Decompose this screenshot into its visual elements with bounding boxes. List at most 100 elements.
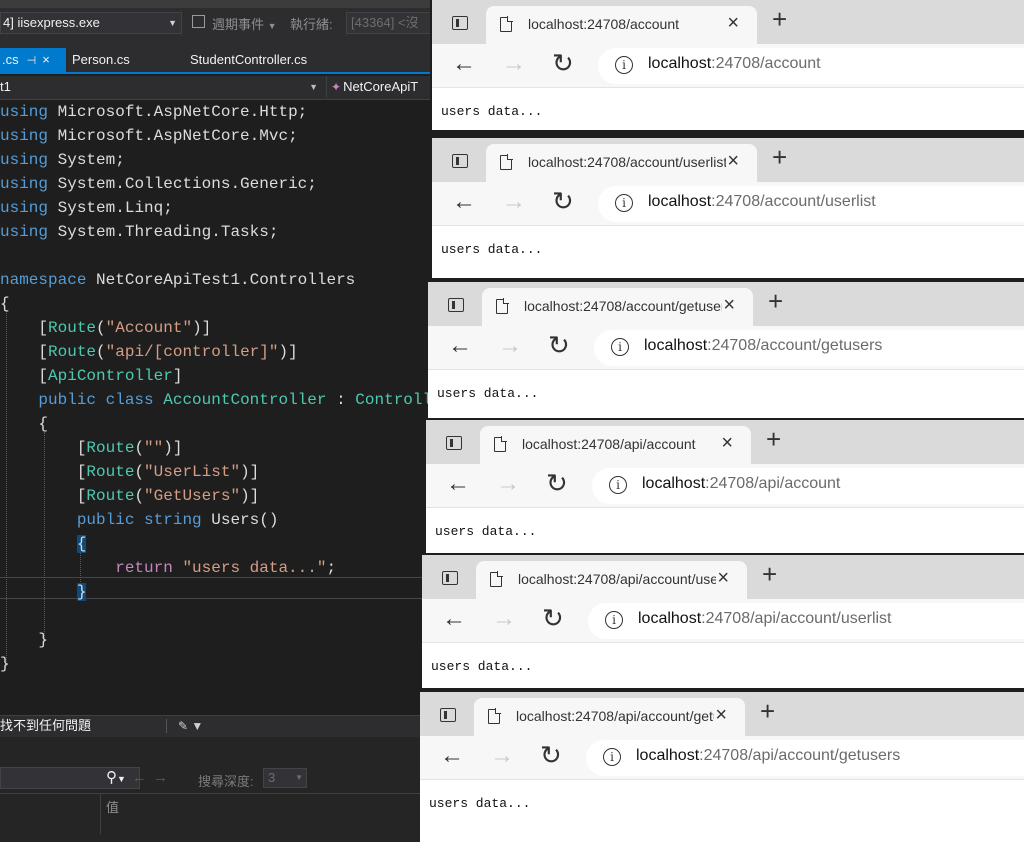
new-tab-button[interactable]: + — [760, 696, 775, 727]
new-tab-button[interactable]: + — [766, 424, 781, 455]
refresh-button[interactable]: ↻ — [552, 186, 574, 217]
forward-button[interactable]: → — [492, 605, 516, 633]
address-url[interactable]: localhost:24708/account/userlist — [648, 193, 876, 211]
close-icon[interactable]: × — [715, 704, 727, 727]
pin-icon[interactable]: ⊣ — [27, 55, 37, 67]
refresh-button[interactable]: ↻ — [552, 48, 574, 79]
address-url[interactable]: localhost:24708/account/getusers — [644, 337, 882, 355]
info-icon[interactable]: i — [611, 338, 629, 356]
browser-tab[interactable]: localhost:24708/account/userlist × — [486, 144, 757, 182]
chevron-down-icon[interactable]: ▼ — [117, 774, 126, 784]
browser-tab[interactable]: localhost:24708/account/getusers × — [482, 288, 753, 326]
tab-actions-icon[interactable] — [446, 436, 462, 450]
tab-actions-icon[interactable] — [442, 571, 458, 585]
value-column-header[interactable]: 值 — [106, 797, 119, 816]
info-icon[interactable]: i — [615, 56, 633, 74]
search-icon[interactable]: ⚲ — [106, 769, 117, 786]
page-content: users data... — [422, 643, 1024, 688]
close-icon[interactable]: × — [42, 52, 50, 67]
address-bar[interactable]: i localhost:24708/api/account/getusers — [586, 740, 1024, 776]
status-divider — [166, 719, 167, 733]
code-line: using System; — [0, 151, 125, 169]
browser-tab[interactable]: localhost:24708/api/account/getusers × — [474, 698, 745, 736]
chevron-down-icon: ▼ — [309, 82, 318, 92]
tab-student-controller[interactable]: StudentController.cs — [190, 48, 307, 72]
new-tab-button[interactable]: + — [768, 286, 783, 317]
refresh-button[interactable]: ↻ — [540, 740, 562, 771]
refresh-button[interactable]: ↻ — [548, 330, 570, 361]
new-tab-button[interactable]: + — [772, 142, 787, 173]
forward-button[interactable]: → — [502, 50, 526, 78]
tab-actions-icon[interactable] — [452, 154, 468, 168]
tab-person-cs[interactable]: Person.cs — [72, 48, 130, 72]
column-divider[interactable] — [100, 794, 101, 834]
code-line: { — [76, 535, 87, 553]
code-line: using Microsoft.AspNetCore.Http; — [0, 103, 308, 121]
address-bar[interactable]: i localhost:24708/account/userlist — [598, 186, 1024, 222]
forward-button[interactable]: → — [502, 188, 526, 216]
type-dropdown[interactable]: ✦ NetCoreApiT — [326, 76, 430, 98]
new-tab-button[interactable]: + — [772, 4, 787, 35]
search-depth-combo[interactable]: 3 ▼ — [263, 768, 307, 788]
browser-tab[interactable]: localhost:24708/api/account/userlist × — [476, 561, 747, 599]
issues-status: 找不到任何問題 — [0, 718, 92, 733]
page-content: users data... — [432, 88, 1024, 130]
address-url[interactable]: localhost:24708/account — [648, 55, 821, 73]
thread-combo[interactable]: [43364] <沒 — [346, 12, 430, 34]
lifecycle-events-button[interactable]: 週期事件 ▼ — [212, 14, 277, 33]
refresh-button[interactable]: ↻ — [542, 603, 564, 634]
back-button[interactable]: ← — [452, 188, 476, 216]
tab-actions-icon[interactable] — [440, 708, 456, 722]
info-icon[interactable]: i — [615, 194, 633, 212]
back-button[interactable]: ← — [452, 50, 476, 78]
address-bar[interactable]: i localhost:24708/account/getusers — [594, 330, 1024, 366]
new-tab-button[interactable]: + — [762, 559, 777, 590]
tab-actions-icon[interactable] — [448, 298, 464, 312]
browser-tab[interactable]: localhost:24708/account × — [486, 6, 757, 44]
close-icon[interactable]: × — [727, 12, 739, 35]
address-bar[interactable]: i localhost:24708/api/account — [592, 468, 1024, 504]
code-line: using Microsoft.AspNetCore.Mvc; — [0, 127, 298, 145]
tab-label: .cs — [2, 52, 19, 67]
address-url[interactable]: localhost:24708/api/account — [642, 475, 840, 493]
page-icon — [494, 436, 507, 452]
browser-window: localhost:24708/api/account × + ← → ↻ i … — [426, 420, 1024, 553]
close-icon[interactable]: × — [717, 567, 729, 590]
close-icon[interactable]: × — [727, 150, 739, 173]
forward-button[interactable]: → — [490, 742, 514, 770]
back-button[interactable]: ← — [448, 332, 472, 360]
class-icon: ✦ — [331, 80, 342, 94]
code-line: [Route("GetUsers")] — [76, 487, 260, 505]
close-icon[interactable]: × — [723, 294, 735, 317]
lifecycle-events-icon[interactable] — [192, 15, 205, 28]
document-tabs: .cs ⊣ × Person.cs StudentController.cs — [0, 48, 430, 74]
browser-tab[interactable]: localhost:24708/api/account × — [480, 426, 751, 464]
code-editor[interactable]: using Microsoft.AspNetCore.Http; using M… — [0, 100, 430, 715]
forward-button[interactable]: → — [496, 470, 520, 498]
info-icon[interactable]: i — [603, 748, 621, 766]
refresh-button[interactable]: ↻ — [546, 468, 568, 499]
back-button[interactable]: ← — [440, 742, 464, 770]
info-icon[interactable]: i — [605, 611, 623, 629]
process-combo[interactable]: 4] iisexpress.exe ▼ — [0, 12, 182, 34]
info-icon[interactable]: i — [609, 476, 627, 494]
browser-window: localhost:24708/account/getusers × + ← →… — [428, 282, 1024, 418]
address-url[interactable]: localhost:24708/api/account/getusers — [636, 747, 900, 765]
search-depth-label: 搜尋深度: — [198, 774, 254, 789]
search-back-icon[interactable]: ← — [132, 769, 147, 786]
page-icon — [490, 571, 503, 587]
browser-window: localhost:24708/account/userlist × + ← →… — [432, 138, 1024, 278]
back-button[interactable]: ← — [442, 605, 466, 633]
address-bar[interactable]: i localhost:24708/api/account/userlist — [588, 603, 1024, 639]
response-text: users data... — [441, 104, 543, 119]
address-bar[interactable]: i localhost:24708/account — [598, 48, 1024, 84]
code-cleanup-icon[interactable]: ✎ ▼ — [178, 716, 203, 736]
project-dropdown[interactable]: t1 ▼ — [0, 76, 322, 98]
search-forward-icon[interactable]: → — [153, 769, 168, 786]
address-url[interactable]: localhost:24708/api/account/userlist — [638, 610, 892, 628]
tab-actions-icon[interactable] — [452, 16, 468, 30]
tab-account-controller[interactable]: .cs ⊣ × — [0, 48, 66, 72]
back-button[interactable]: ← — [446, 470, 470, 498]
forward-button[interactable]: → — [498, 332, 522, 360]
close-icon[interactable]: × — [721, 432, 733, 455]
